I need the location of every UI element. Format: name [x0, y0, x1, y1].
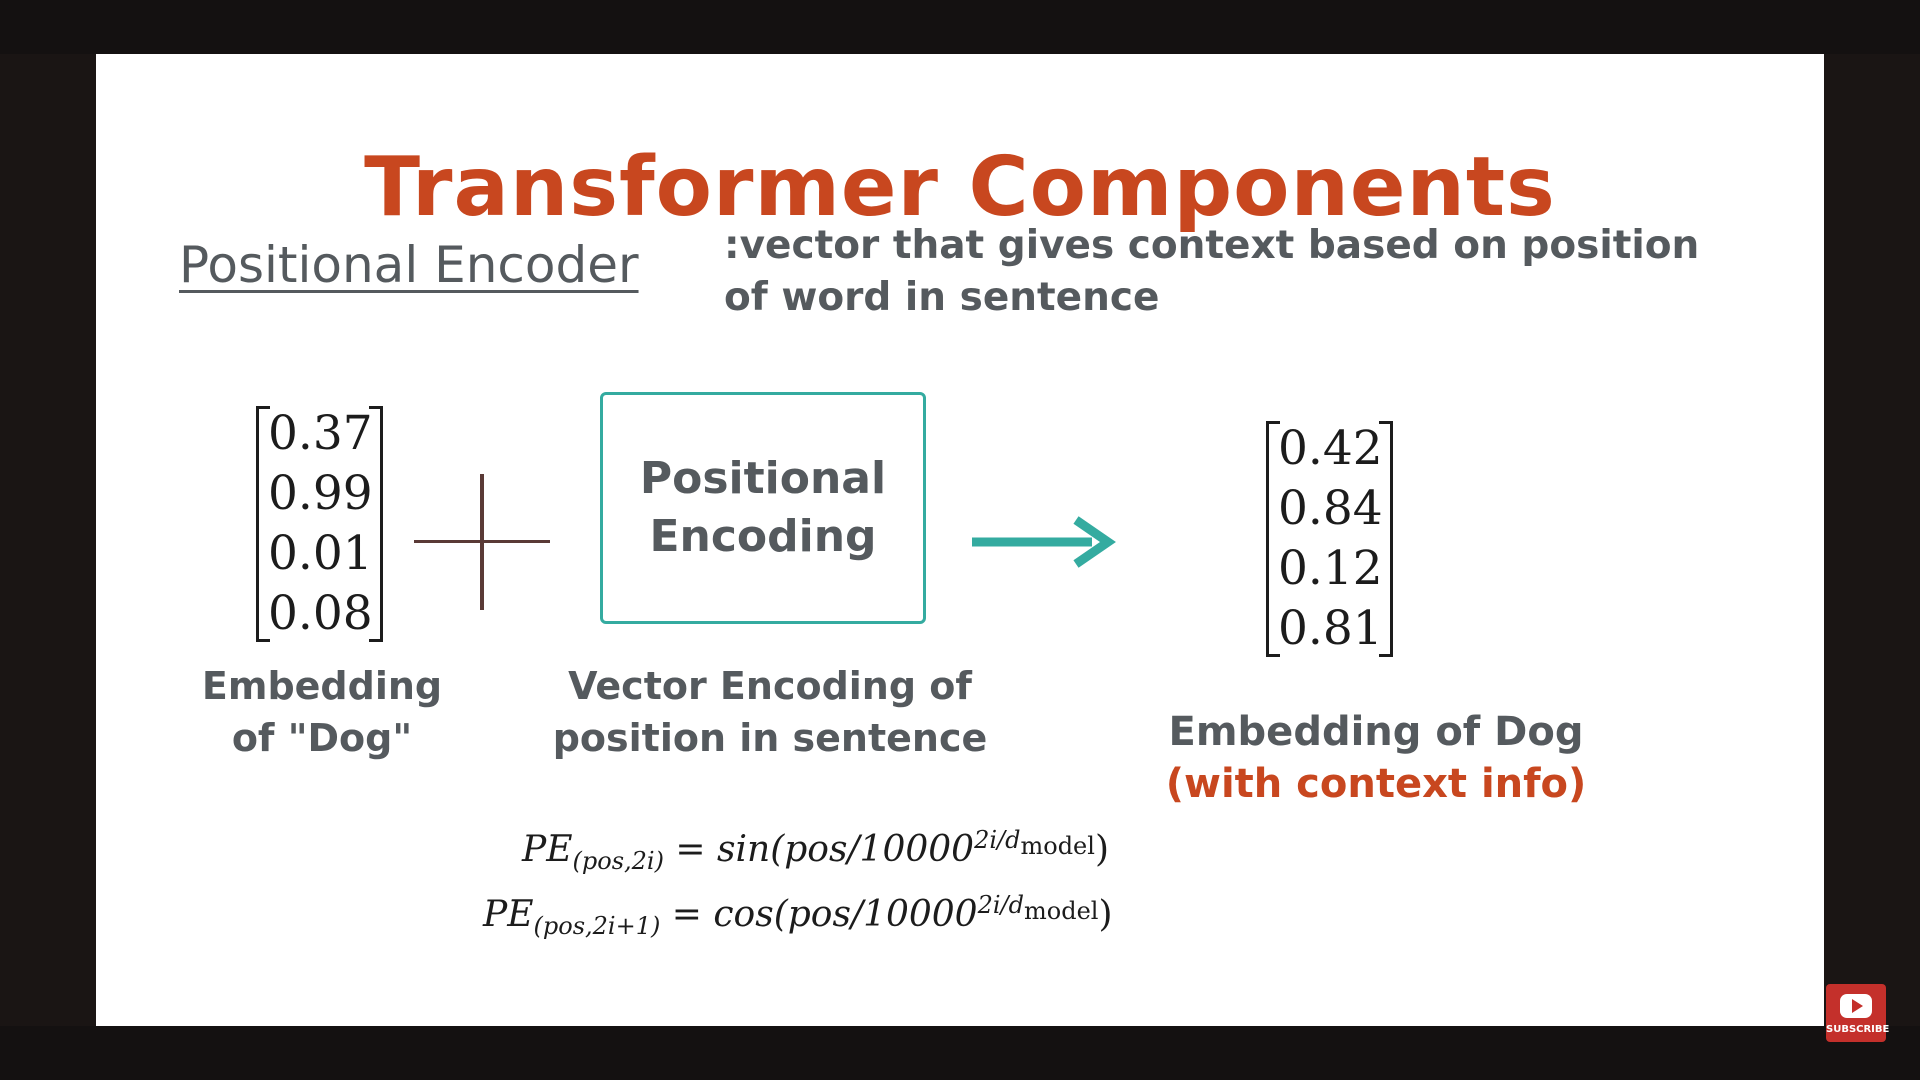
definition-line-2: of word in sentence — [724, 275, 1160, 320]
positional-encoding-caption: Vector Encoding of position in sentence — [550, 660, 990, 764]
box-line-2: Encoding — [649, 511, 877, 562]
caption-line-1: Embedding of Dog — [1168, 709, 1584, 755]
output-embedding-vector: 0.42 0.84 0.12 0.81 — [1266, 419, 1393, 659]
vector-value: 0.12 — [1278, 541, 1383, 596]
caption-line-1: Embedding — [201, 664, 443, 708]
plus-icon-bar — [414, 540, 550, 543]
caption-line-2: (with context info) — [1165, 761, 1587, 807]
vector-value: 0.37 — [268, 406, 373, 461]
positional-encoding-box: Positional Encoding — [600, 392, 926, 624]
input-embedding-caption: Embedding of "Dog" — [172, 660, 472, 764]
vector-value: 0.08 — [268, 586, 373, 641]
input-embedding-vector: 0.37 0.99 0.01 0.08 — [256, 404, 383, 644]
definition-line-1: :vector that gives context based on posi… — [724, 223, 1700, 268]
vector-value: 0.01 — [268, 526, 373, 581]
vector-value: 0.42 — [1278, 421, 1383, 476]
subscribe-label: SUBSCRIBE — [1826, 1024, 1890, 1035]
sin-formula: PE(pos,2i) = sin(pos/100002i/dmodel) — [522, 826, 1109, 876]
video-letterbox-top — [0, 0, 1920, 54]
video-letterbox-bottom — [0, 1026, 1920, 1080]
arrow-right-icon — [972, 516, 1116, 568]
vector-value: 0.84 — [1278, 481, 1383, 536]
output-embedding-caption: Embedding of Dog (with context info) — [1126, 706, 1626, 810]
left-bracket — [1266, 421, 1280, 657]
play-triangle-icon — [1852, 999, 1863, 1013]
vector-value: 0.81 — [1278, 601, 1383, 656]
right-bracket — [368, 406, 383, 642]
slide: Transformer Components Positional Encode… — [96, 54, 1824, 1026]
caption-line-1: Vector Encoding of — [568, 664, 972, 708]
subscribe-button[interactable]: SUBSCRIBE — [1826, 984, 1890, 1042]
caption-line-2: position in sentence — [552, 716, 988, 760]
vector-value: 0.99 — [268, 466, 373, 521]
caption-line-2: of "Dog" — [231, 716, 413, 760]
cos-formula: PE(pos,2i+1) = cos(pos/100002i/dmodel) — [483, 891, 1113, 941]
section-definition: :vector that gives context based on posi… — [724, 220, 1774, 324]
left-bracket — [256, 406, 270, 642]
box-line-1: Positional — [639, 453, 887, 504]
section-label: Positional Encoder — [179, 236, 639, 294]
right-bracket — [1378, 421, 1393, 657]
